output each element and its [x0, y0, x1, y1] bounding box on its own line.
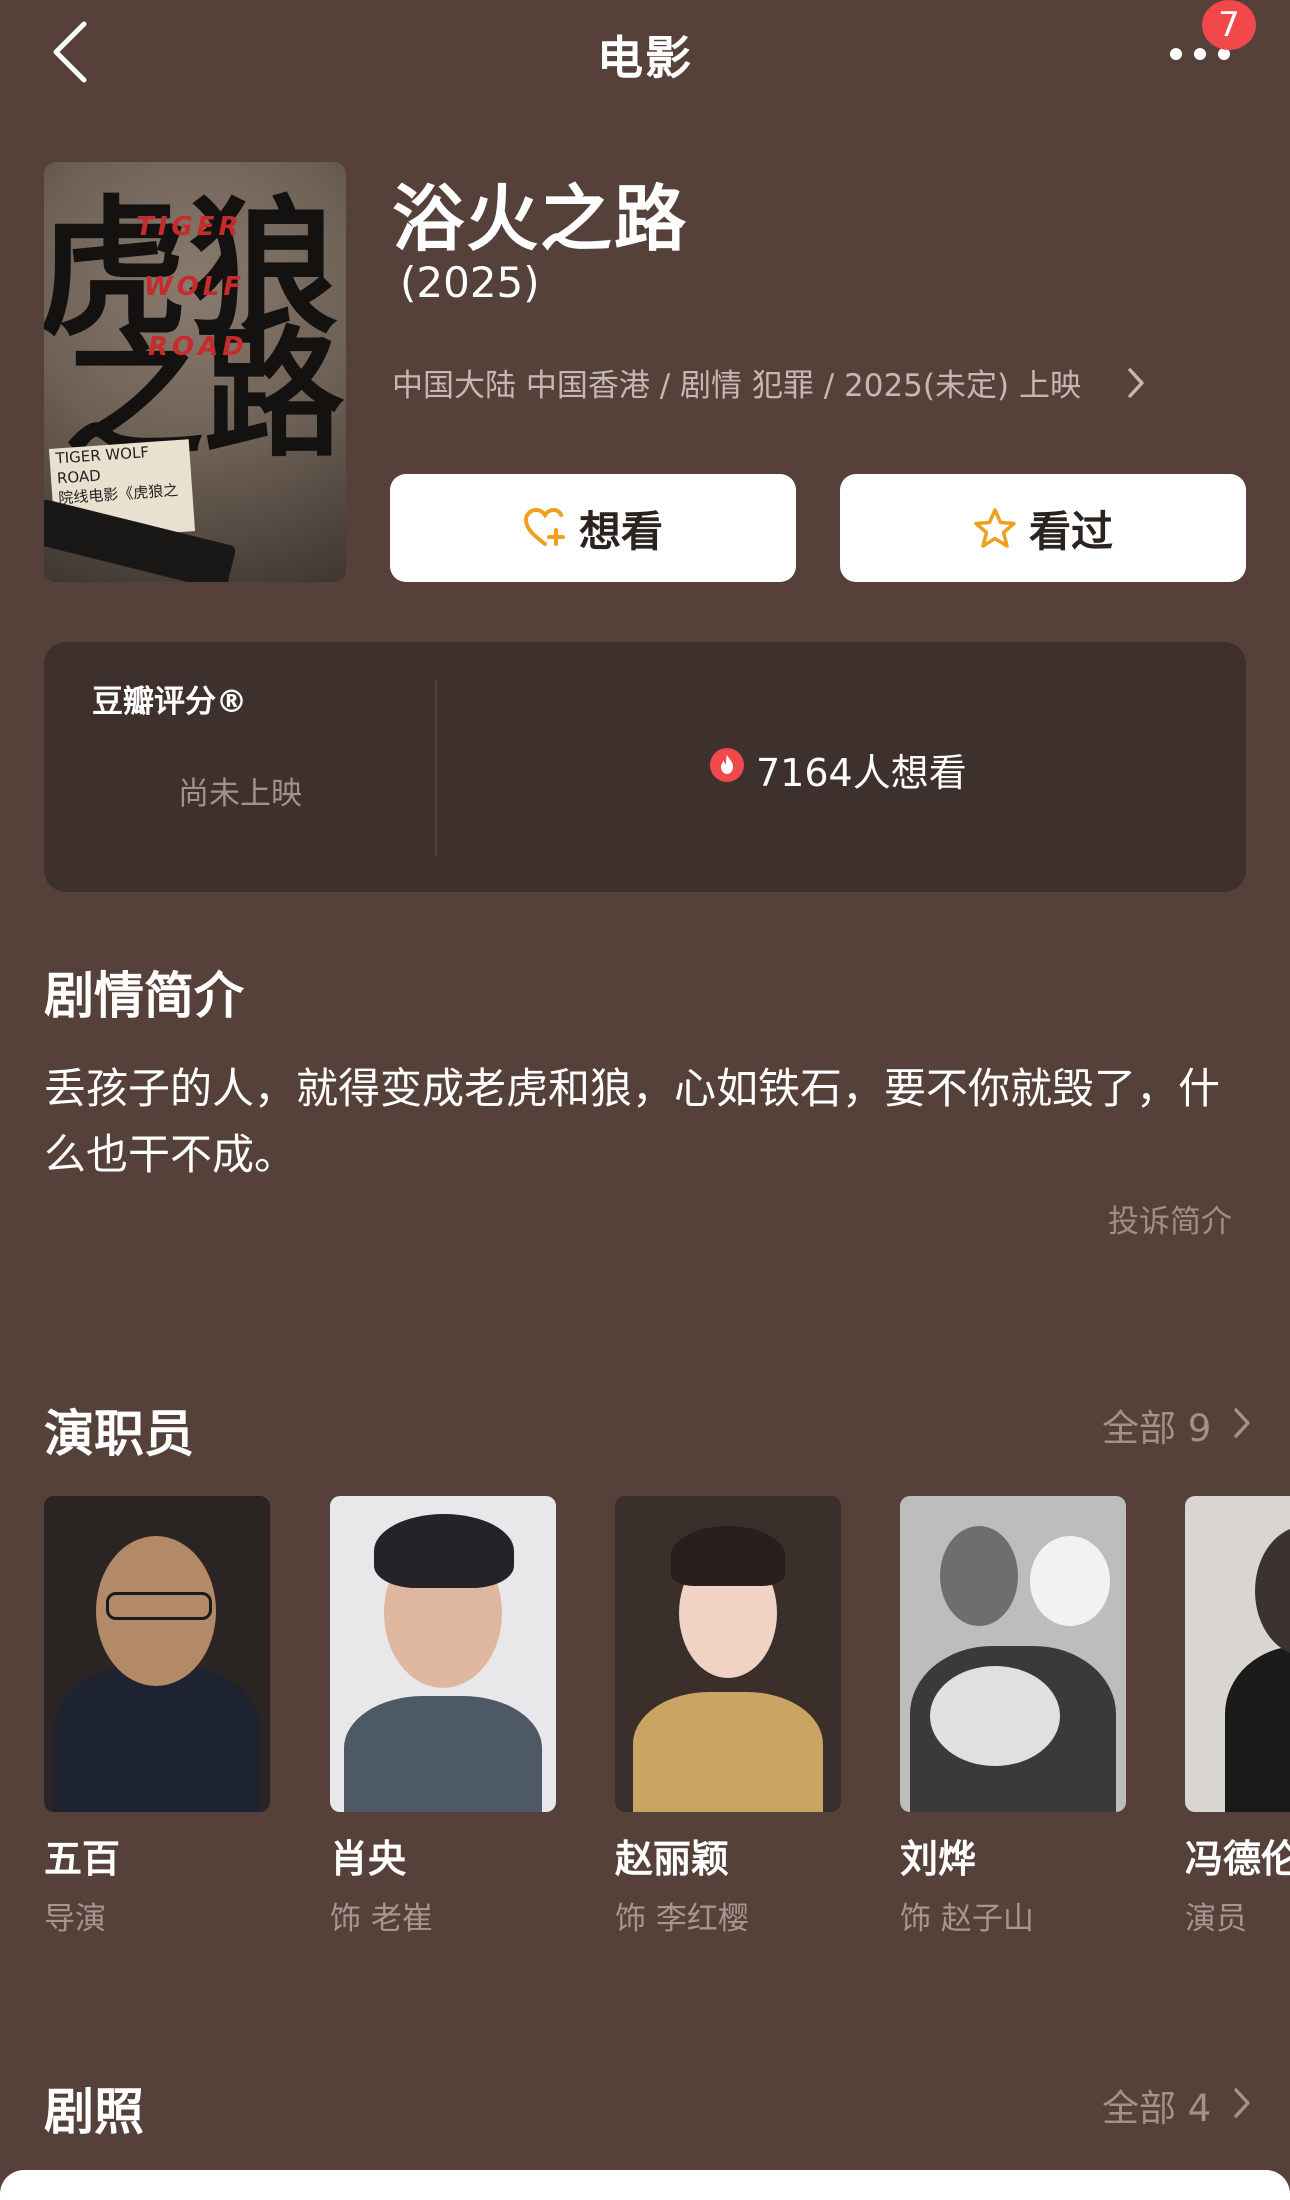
- movie-year: (2025): [400, 258, 540, 307]
- movie-title: 浴火之路: [392, 177, 689, 261]
- stills-section-title: 剧照: [44, 2083, 144, 2141]
- cast-name: 刘烨: [900, 1837, 977, 1881]
- movie-meta[interactable]: 中国大陆 中国香港 / 剧情 犯罪 / 2025(未定) 上映: [392, 360, 1081, 405]
- fire-icon: [710, 748, 744, 782]
- cast-name: 赵丽颖: [615, 1837, 730, 1881]
- heart-plus-icon: [523, 508, 565, 546]
- cast-role: 演员: [1185, 1901, 1247, 1937]
- cast-photo: [44, 1496, 270, 1812]
- page-title: 电影: [597, 31, 693, 85]
- wish-count: 7164人想看: [756, 751, 967, 795]
- cast-card[interactable]: 五百 导演: [44, 1496, 270, 1938]
- report-synopsis-link[interactable]: 投诉简介: [1108, 1196, 1232, 1241]
- synopsis-title: 剧情简介: [44, 967, 244, 1025]
- cast-role: 导演: [44, 1901, 106, 1937]
- poster-english-3: ROAD: [148, 332, 248, 362]
- cast-card[interactable]: 冯德伦 演员: [1185, 1496, 1290, 1938]
- rating-status: 尚未上映: [178, 776, 302, 812]
- movie-poster[interactable]: 虎狼 之路 TIGER WOLF ROAD TIGER WOLF ROAD 院线…: [44, 162, 346, 582]
- cast-photo: [330, 1496, 556, 1812]
- chevron-right-icon[interactable]: [1232, 2086, 1252, 2120]
- want-to-watch-label: 想看: [578, 506, 663, 556]
- cast-card[interactable]: 肖央 饰 老崔: [330, 1496, 556, 1938]
- stills-view-all-link[interactable]: 全部 4: [1102, 2078, 1211, 2132]
- cast-role: 饰 老崔: [330, 1901, 433, 1937]
- cast-name: 肖央: [330, 1837, 407, 1881]
- cast-photo: [900, 1496, 1126, 1812]
- cast-name: 五百: [44, 1837, 121, 1881]
- cast-view-all-link[interactable]: 全部 9: [1102, 1398, 1211, 1452]
- notification-badge[interactable]: 7: [1202, 0, 1256, 50]
- want-to-watch-button[interactable]: 想看: [390, 474, 796, 582]
- chevron-right-icon[interactable]: [1232, 1406, 1252, 1440]
- star-icon: [974, 508, 1016, 548]
- cast-photo: [1185, 1496, 1290, 1812]
- cast-card[interactable]: 赵丽颖 饰 李红樱: [615, 1496, 841, 1938]
- douban-rating-label: 豆瓣评分®: [92, 684, 247, 720]
- synopsis-text: 丢孩子的人，就得变成老虎和狼，心如铁石，要不你就毁了，什么也干不成。: [44, 1064, 1221, 1179]
- cast-role: 饰 李红樱: [615, 1901, 749, 1937]
- cast-card[interactable]: 刘烨 饰 赵子山: [900, 1496, 1126, 1938]
- watched-label: 看过: [1028, 506, 1113, 556]
- bottom-sheet-edge: [0, 2170, 1290, 2200]
- watched-button[interactable]: 看过: [840, 474, 1246, 582]
- cast-photo: [615, 1496, 841, 1812]
- cast-name: 冯德伦: [1185, 1837, 1290, 1881]
- cast-role: 饰 赵子山: [900, 1901, 1034, 1937]
- chevron-right-icon[interactable]: [1126, 366, 1146, 400]
- poster-english-2: WOLF: [144, 272, 246, 302]
- cast-section-title: 演职员: [44, 1405, 194, 1463]
- poster-english-1: TIGER: [136, 212, 243, 242]
